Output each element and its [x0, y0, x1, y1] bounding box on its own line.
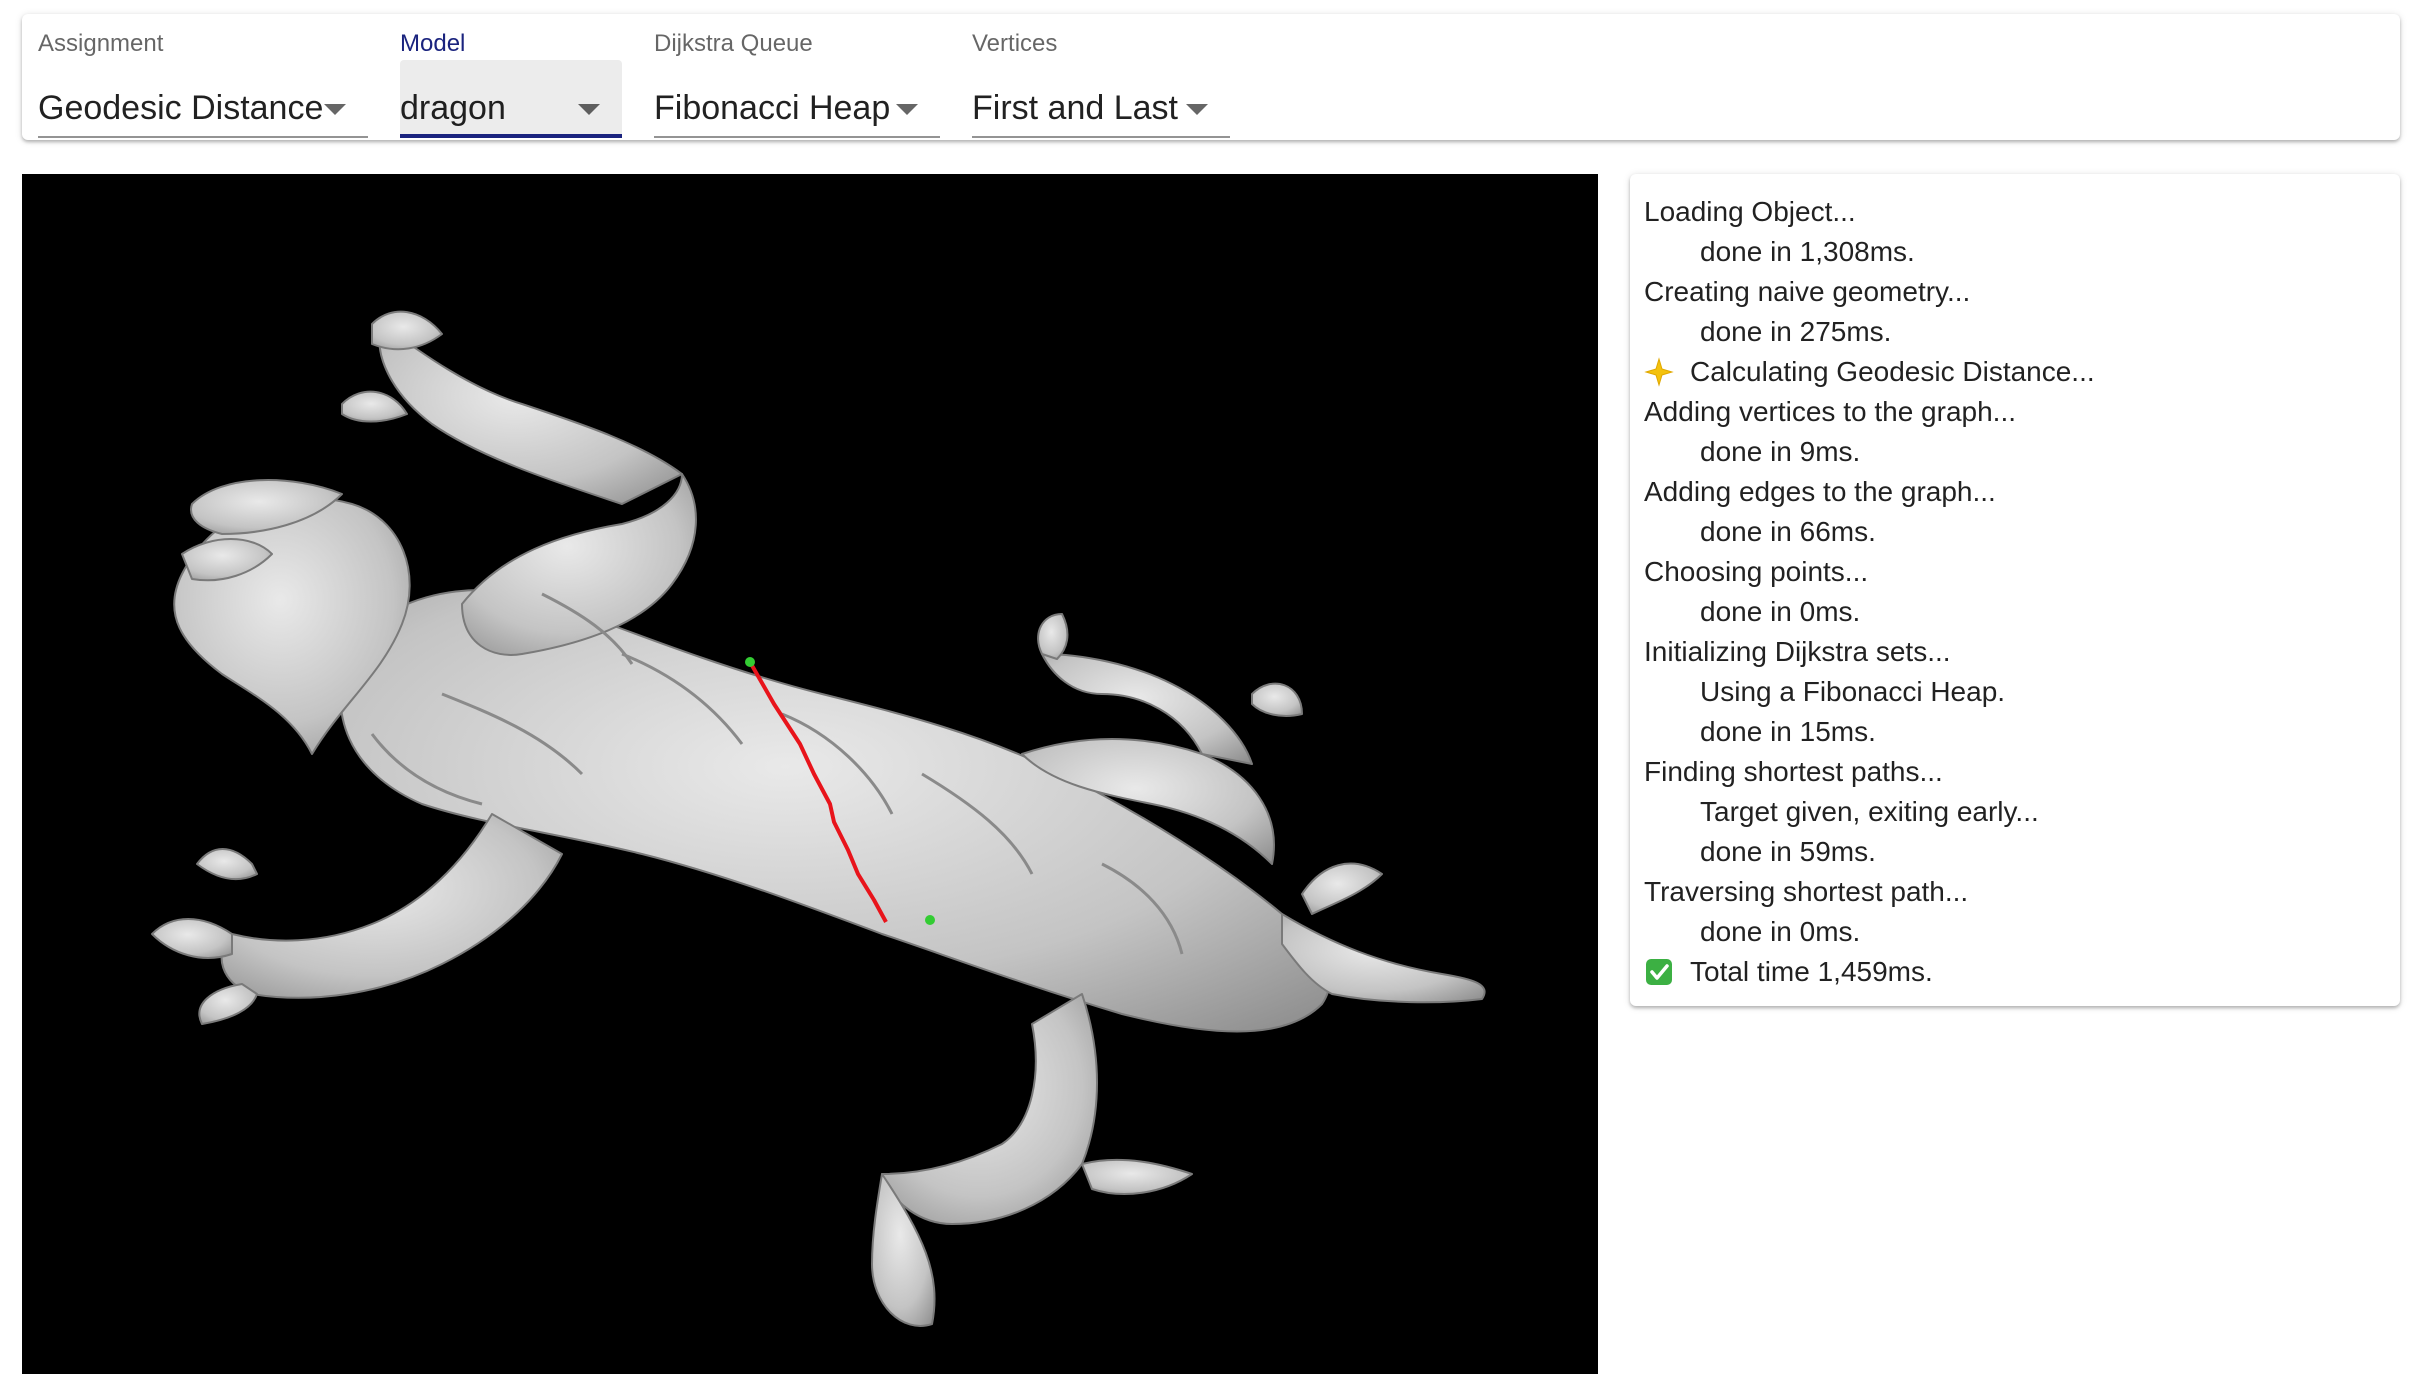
log-line: done in 1,308ms. — [1644, 232, 2390, 272]
log-list: Loading Object... done in 1,308ms. Creatin… — [1644, 192, 2390, 992]
log-line: Adding edges to the graph... — [1644, 472, 2390, 512]
log-line: Target given, exiting early... — [1644, 792, 2390, 832]
log-line: done in 0ms. — [1644, 912, 2390, 952]
vertices-select[interactable]: First and Last — [972, 60, 1230, 138]
log-line: done in 0ms. — [1644, 592, 2390, 632]
log-line-text: Calculating Geodesic Distance... — [1690, 356, 2095, 387]
log-line-text: done in 9ms. — [1700, 436, 1861, 467]
log-line: done in 9ms. — [1644, 432, 2390, 472]
sparkle-icon — [1644, 357, 1674, 387]
log-line: done in 15ms. — [1644, 712, 2390, 752]
log-line: done in 66ms. — [1644, 512, 2390, 552]
log-line: Using a Fibonacci Heap. — [1644, 672, 2390, 712]
log-line: Finding shortest paths... — [1644, 752, 2390, 792]
dragon-mesh — [151, 310, 1486, 1327]
log-line: Calculating Geodesic Distance... — [1644, 352, 2390, 392]
log-line: Loading Object... — [1644, 192, 2390, 232]
3d-viewport[interactable] — [22, 174, 1598, 1374]
log-line-text: Loading Object... — [1644, 196, 1856, 227]
log-line: Initializing Dijkstra sets... — [1644, 632, 2390, 672]
log-line-text: done in 59ms. — [1700, 836, 1876, 867]
model-select[interactable]: dragon — [400, 60, 622, 138]
log-line: Total time 1,459ms. — [1644, 952, 2390, 992]
path-end-point — [925, 915, 935, 925]
log-line-text: done in 275ms. — [1700, 316, 1892, 347]
model-value: dragon — [400, 89, 506, 127]
log-line-text: done in 66ms. — [1700, 516, 1876, 547]
log-line-text: Initializing Dijkstra sets... — [1644, 636, 1951, 667]
assignment-field: Assignment Geodesic Distance — [38, 14, 368, 140]
queue-select[interactable]: Fibonacci Heap — [654, 60, 940, 138]
assignment-label: Assignment — [38, 30, 164, 57]
log-line: done in 275ms. — [1644, 312, 2390, 352]
vertices-value: First and Last — [972, 89, 1178, 127]
path-start-point — [745, 657, 755, 667]
log-line-text: Adding edges to the graph... — [1644, 476, 1996, 507]
vertices-field: Vertices First and Last — [972, 14, 1230, 140]
queue-label: Dijkstra Queue — [654, 30, 813, 57]
model-label: Model — [400, 30, 466, 57]
model-field: Model dragon — [400, 14, 622, 140]
chevron-down-icon — [578, 104, 600, 115]
log-line: Creating naive geometry... — [1644, 272, 2390, 312]
log-line-text: Using a Fibonacci Heap. — [1700, 676, 2006, 707]
log-line: Adding vertices to the graph... — [1644, 392, 2390, 432]
chevron-down-icon — [896, 104, 918, 115]
queue-value: Fibonacci Heap — [654, 89, 891, 127]
progress-log: Loading Object... done in 1,308ms. Creatin… — [1630, 174, 2400, 1006]
log-line-text: Total time 1,459ms. — [1690, 956, 1933, 987]
log-line-text: Choosing points... — [1644, 556, 1869, 587]
assignment-value: Geodesic Distance — [38, 89, 324, 127]
queue-field: Dijkstra Queue Fibonacci Heap — [654, 14, 940, 140]
log-line-text: Finding shortest paths... — [1644, 756, 1943, 787]
log-line: done in 59ms. — [1644, 832, 2390, 872]
log-line-text: done in 15ms. — [1700, 716, 1876, 747]
log-line: Traversing shortest path... — [1644, 872, 2390, 912]
toolbar: Assignment Geodesic Distance Model drago… — [22, 14, 2400, 140]
log-line-text: done in 0ms. — [1700, 916, 1861, 947]
log-line-text: Adding vertices to the graph... — [1644, 396, 2016, 427]
dragon-render — [151, 310, 1486, 1327]
check-mark-icon — [1644, 957, 1674, 987]
log-line-text: done in 1,308ms. — [1700, 236, 1915, 267]
log-line-text: Creating naive geometry... — [1644, 276, 1971, 307]
chevron-down-icon — [1186, 104, 1208, 115]
chevron-down-icon — [324, 104, 346, 115]
log-line-text: done in 0ms. — [1700, 596, 1861, 627]
log-line: Choosing points... — [1644, 552, 2390, 592]
assignment-select[interactable]: Geodesic Distance — [38, 60, 368, 138]
log-line-text: Traversing shortest path... — [1644, 876, 1969, 907]
vertices-label: Vertices — [972, 30, 1058, 57]
log-line-text: Target given, exiting early... — [1700, 796, 2039, 827]
